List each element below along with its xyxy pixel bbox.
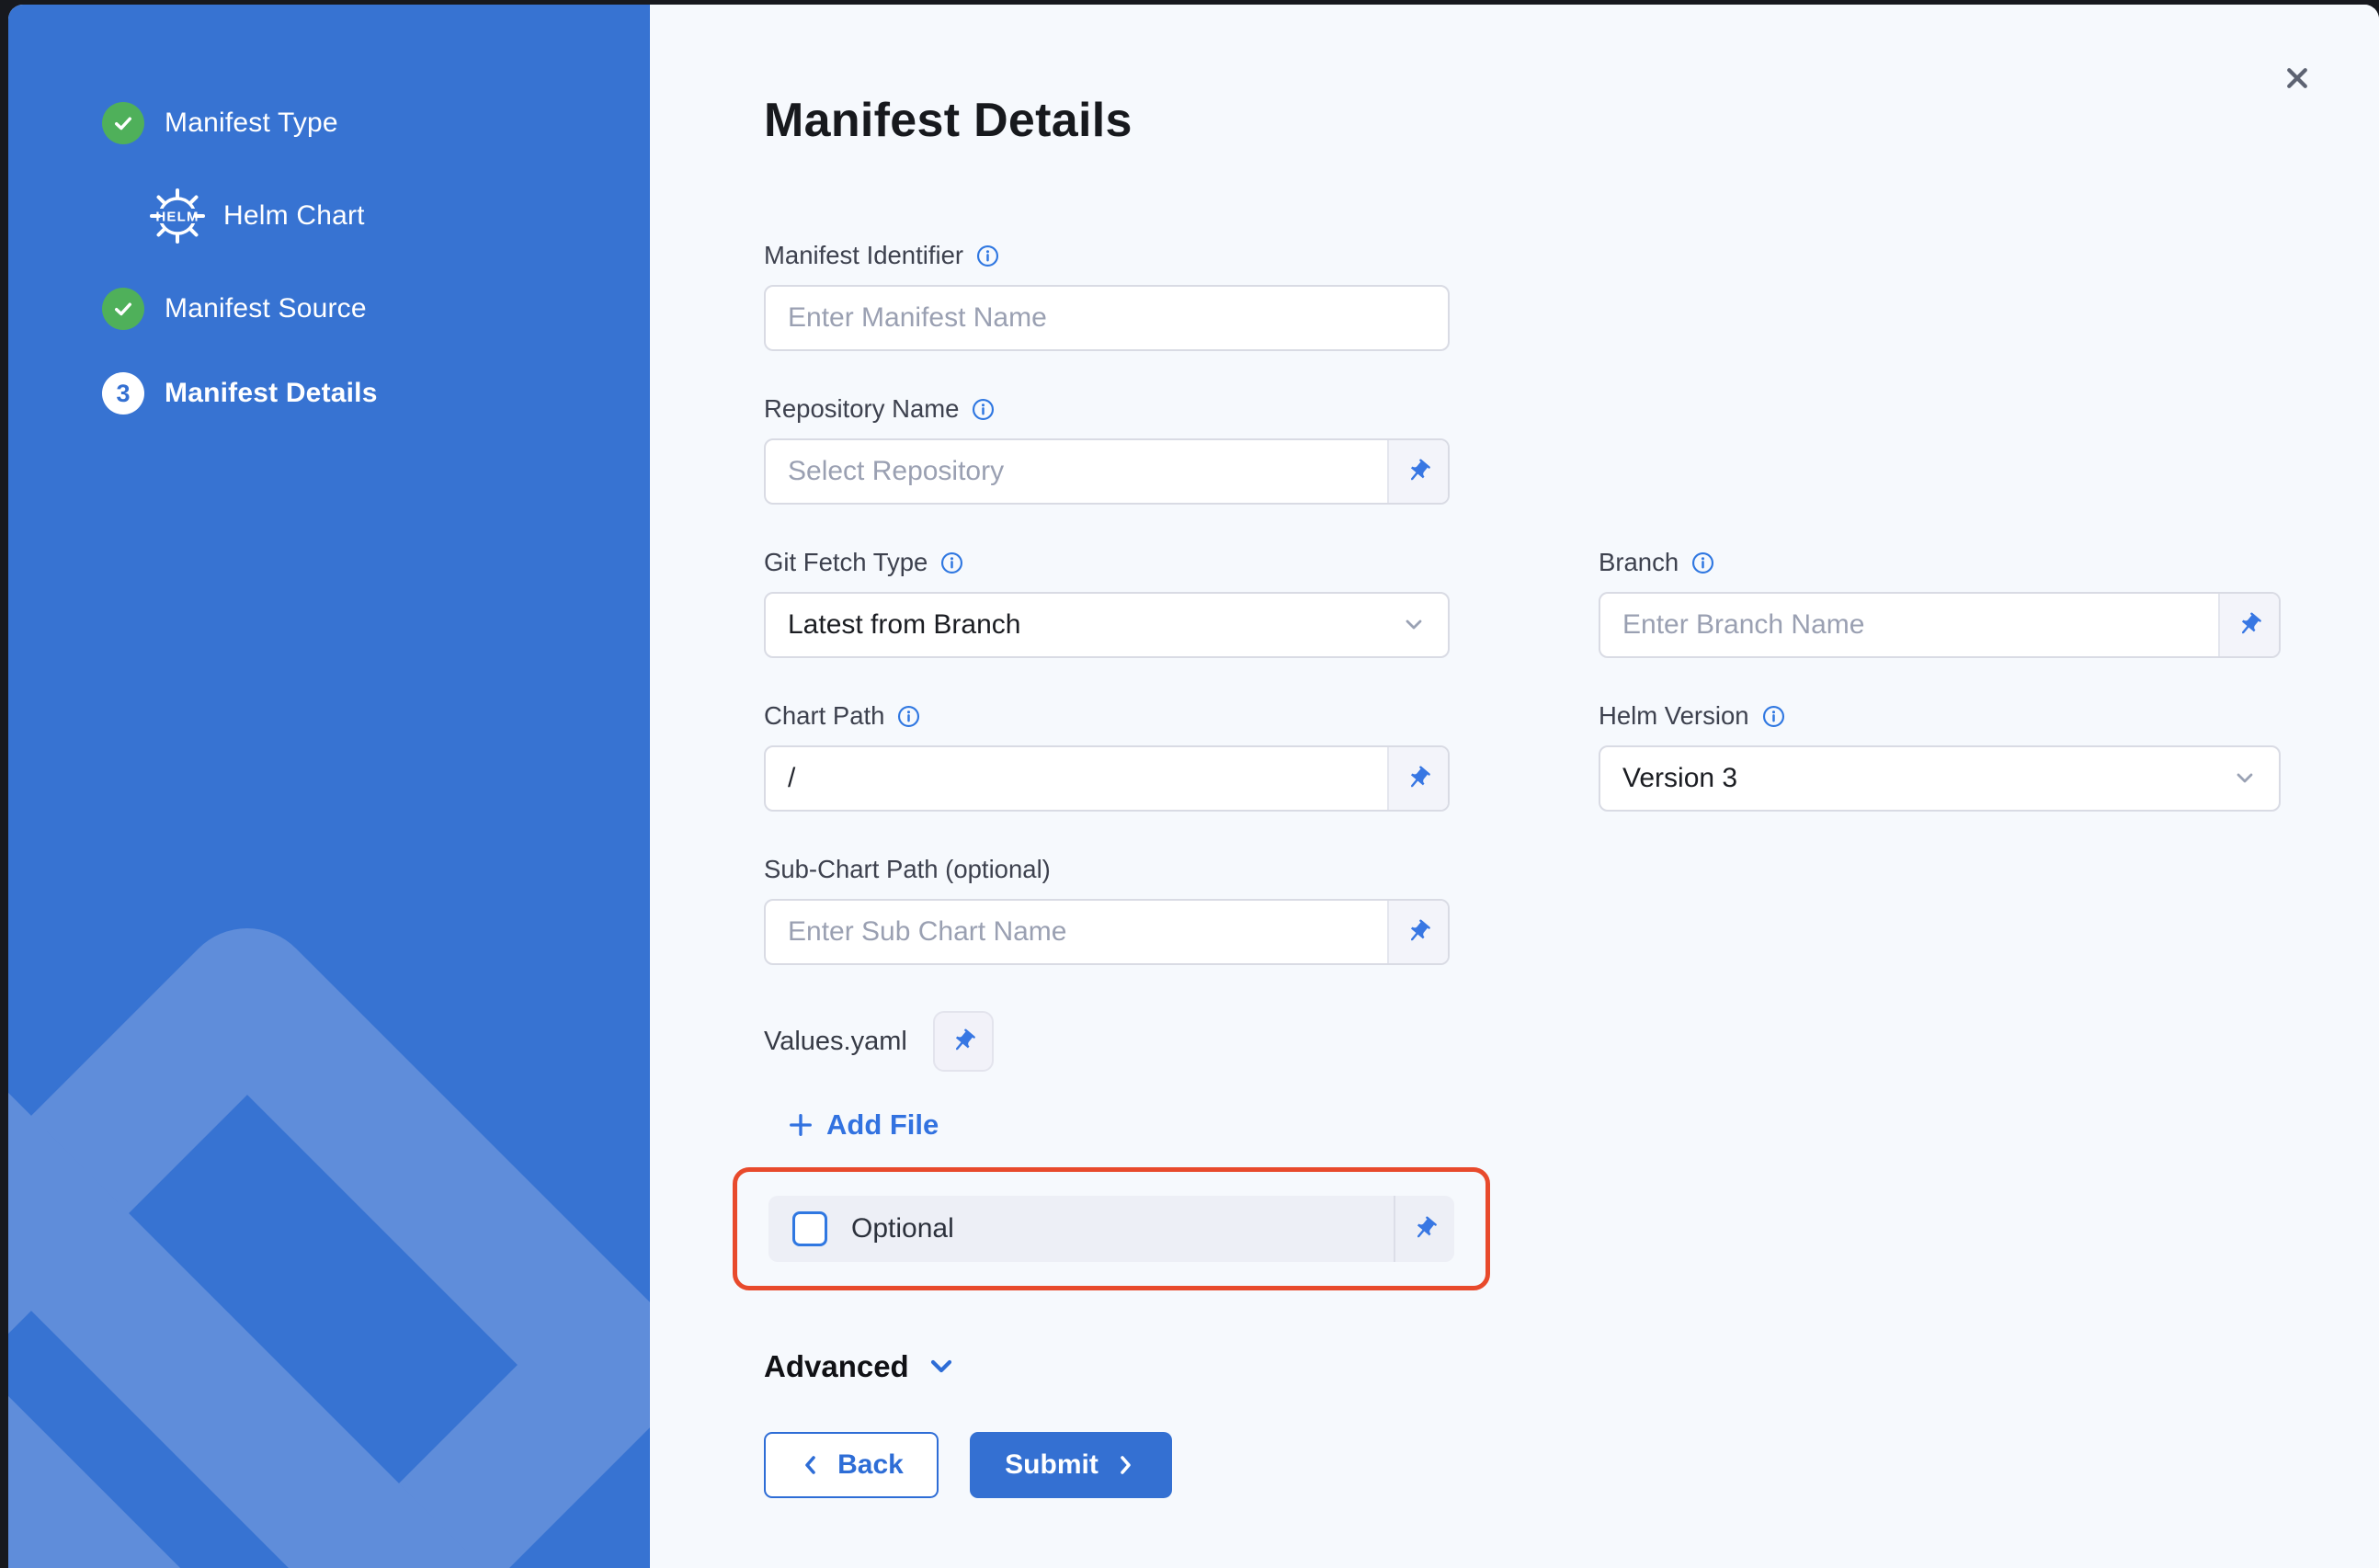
chart-path-input[interactable] (766, 747, 1387, 810)
info-icon[interactable] (1761, 704, 1786, 729)
close-icon[interactable] (2279, 60, 2316, 97)
back-button-label: Back (837, 1449, 904, 1481)
advanced-label: Advanced (764, 1349, 909, 1384)
sidebar-step-manifest-type[interactable]: Manifest Type (102, 102, 650, 144)
manifest-details-panel: Manifest Details Manifest Identifier Rep… (650, 5, 2379, 1568)
sub-chart-path-field: Sub-Chart Path (optional) (764, 854, 1450, 965)
chart-path-label: Chart Path (764, 701, 884, 731)
helm-version-field: Helm Version Version 3 (1599, 700, 2281, 812)
chevron-down-icon (2231, 765, 2259, 792)
runtime-input-pin-button[interactable] (1395, 1196, 1454, 1262)
values-yaml-label: Values.yaml (764, 1027, 907, 1057)
check-icon (102, 288, 144, 330)
git-fetch-type-select[interactable]: Latest from Branch (764, 592, 1450, 658)
branch-label: Branch (1599, 548, 1679, 577)
manifest-identifier-input[interactable] (766, 287, 1448, 349)
step-label: Helm Chart (223, 200, 365, 232)
wizard-actions: Back Submit (764, 1432, 2281, 1498)
git-fetch-type-value: Latest from Branch (788, 609, 1400, 641)
step-label: Manifest Source (165, 293, 367, 324)
runtime-input-pin-button[interactable] (2218, 594, 2279, 656)
chevron-down-icon (1400, 611, 1428, 639)
manifest-wizard-dialog: Manifest Type (8, 5, 2379, 1568)
optional-highlight-annotation: Optional (733, 1167, 1490, 1290)
plus-icon (788, 1112, 814, 1138)
branch-field: Branch (1599, 547, 2281, 658)
helm-version-select[interactable]: Version 3 (1599, 745, 2281, 812)
step-label: Manifest Type (165, 108, 338, 139)
sidebar-step-manifest-source[interactable]: Manifest Source (102, 288, 650, 330)
runtime-input-pin-button[interactable] (1387, 440, 1448, 503)
git-fetch-type-label: Git Fetch Type (764, 548, 928, 577)
add-file-label: Add File (826, 1108, 939, 1142)
pin-icon (1403, 763, 1434, 794)
chevron-right-icon (1111, 1452, 1137, 1478)
sidebar-step-manifest-details[interactable]: 3 Manifest Details (102, 372, 650, 415)
info-icon[interactable] (939, 551, 964, 575)
optional-checkbox-row: Optional (768, 1196, 1454, 1262)
info-icon[interactable] (975, 244, 1000, 268)
wizard-sidebar: Manifest Type (8, 5, 650, 1568)
page-title: Manifest Details (764, 93, 2281, 148)
pin-icon (948, 1026, 979, 1057)
pin-icon (1403, 916, 1434, 948)
step-number-badge: 3 (102, 372, 144, 415)
helm-version-value: Version 3 (1622, 763, 2231, 794)
branch-input[interactable] (1600, 594, 2218, 656)
git-fetch-type-field: Git Fetch Type Latest from Branch (764, 547, 1450, 658)
check-icon (102, 102, 144, 144)
info-icon[interactable] (896, 704, 921, 729)
back-button[interactable]: Back (764, 1432, 939, 1498)
wizard-steps: Manifest Type (8, 5, 650, 415)
optional-checkbox-label: Optional (851, 1213, 954, 1244)
svg-text:HELM: HELM (155, 210, 199, 225)
sub-chart-path-label: Sub-Chart Path (optional) (764, 855, 1051, 884)
helm-version-label: Helm Version (1599, 701, 1749, 731)
runtime-input-pin-button[interactable] (1387, 747, 1448, 810)
pin-icon (2234, 609, 2265, 641)
info-icon[interactable] (971, 397, 996, 422)
pin-icon (1403, 456, 1434, 487)
repository-name-field: Repository Name (764, 393, 1450, 505)
values-yaml-section: Values.yaml (764, 1011, 2281, 1072)
repository-name-input[interactable] (766, 440, 1387, 503)
repository-name-label: Repository Name (764, 394, 959, 424)
manifest-identifier-field: Manifest Identifier (764, 240, 1450, 351)
submit-button[interactable]: Submit (970, 1432, 1172, 1498)
chart-path-field: Chart Path (764, 700, 1450, 812)
runtime-input-pin-button[interactable] (1387, 901, 1448, 963)
values-yaml-pin-button[interactable] (933, 1011, 994, 1072)
info-icon[interactable] (1690, 551, 1715, 575)
helm-wheel-icon: HELM (148, 187, 207, 245)
submit-button-label: Submit (1005, 1449, 1098, 1481)
pin-icon (1409, 1213, 1440, 1244)
step-label: Manifest Details (165, 378, 378, 409)
optional-checkbox[interactable] (792, 1211, 827, 1246)
sidebar-step-helm-chart[interactable]: HELM Helm Chart (148, 187, 650, 245)
chevron-down-icon (926, 1351, 957, 1382)
sub-chart-path-input[interactable] (766, 901, 1387, 963)
advanced-toggle[interactable]: Advanced (764, 1349, 957, 1384)
chevron-left-icon (799, 1452, 825, 1478)
add-file-button[interactable]: Add File (788, 1108, 939, 1142)
manifest-identifier-label: Manifest Identifier (764, 241, 963, 270)
